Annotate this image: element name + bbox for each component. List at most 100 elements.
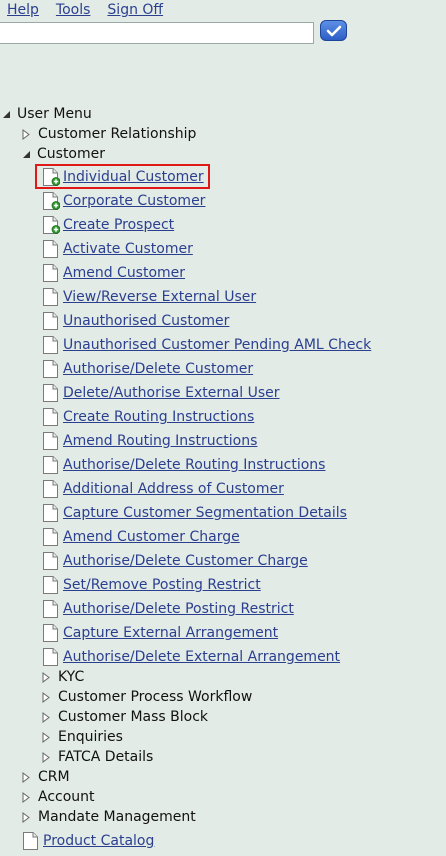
menu-item[interactable]: Additional Address of Customer bbox=[42, 479, 284, 499]
collapsed-triangle-icon[interactable] bbox=[42, 691, 50, 703]
menu-item-link[interactable]: Amend Customer bbox=[63, 263, 185, 283]
menu-item-link[interactable]: Authorise/Delete Customer Charge bbox=[63, 551, 308, 571]
menu-item-link[interactable]: Authorise/Delete Customer bbox=[63, 359, 253, 379]
menu-item-link[interactable]: Unauthorised Customer Pending AML Check bbox=[63, 335, 371, 355]
menu-item-link[interactable]: Corporate Customer bbox=[63, 191, 205, 211]
collapsed-triangle-icon[interactable] bbox=[22, 771, 30, 783]
menu-item[interactable]: Corporate Customer bbox=[42, 191, 205, 211]
top-folder[interactable]: Mandate Management bbox=[22, 807, 196, 827]
go-button[interactable] bbox=[320, 20, 347, 41]
menu-item-link[interactable]: Create Routing Instructions bbox=[63, 407, 254, 427]
menu-item[interactable]: Set/Remove Posting Restrict bbox=[42, 575, 261, 595]
collapsed-triangle-icon[interactable] bbox=[42, 731, 50, 743]
subfolder[interactable]: Enquiries bbox=[42, 727, 123, 747]
menu-item[interactable]: Authorise/Delete External Arrangement bbox=[42, 647, 340, 667]
collapsed-triangle-icon[interactable] bbox=[22, 128, 30, 140]
menu-item-link[interactable]: Activate Customer bbox=[63, 239, 193, 259]
menu-item-link[interactable]: Delete/Authorise External User bbox=[63, 383, 280, 403]
folder-label[interactable]: CRM bbox=[38, 767, 70, 787]
document-icon bbox=[42, 431, 60, 451]
menu-item[interactable]: Individual Customer bbox=[42, 167, 204, 187]
folder-customer-relationship[interactable]: Customer Relationship bbox=[22, 124, 196, 144]
menu-item[interactable]: Activate Customer bbox=[42, 239, 193, 259]
document-icon bbox=[42, 599, 60, 619]
document-icon bbox=[42, 335, 60, 355]
folder-label[interactable]: Customer Relationship bbox=[38, 124, 196, 144]
document-icon bbox=[42, 647, 60, 667]
folder-label[interactable]: Customer bbox=[37, 144, 105, 164]
folder-customer[interactable]: Customer bbox=[22, 144, 105, 164]
menu-item-link[interactable]: Capture Customer Segmentation Details bbox=[63, 503, 347, 523]
new-document-icon bbox=[42, 215, 60, 235]
document-icon bbox=[42, 575, 60, 595]
document-icon bbox=[42, 503, 60, 523]
menu-item[interactable]: Delete/Authorise External User bbox=[42, 383, 280, 403]
tree-root-user-menu[interactable]: User Menu bbox=[2, 104, 92, 124]
document-icon bbox=[42, 311, 60, 331]
menu-item[interactable]: Authorise/Delete Customer Charge bbox=[42, 551, 308, 571]
top-folder[interactable]: CRM bbox=[22, 767, 70, 787]
document-icon bbox=[42, 455, 60, 475]
menu-item[interactable]: Authorise/Delete Customer bbox=[42, 359, 253, 379]
subfolder[interactable]: Customer Process Workflow bbox=[42, 687, 252, 707]
expanded-triangle-icon[interactable] bbox=[22, 150, 31, 159]
document-icon bbox=[42, 527, 60, 547]
folder-label[interactable]: Customer Mass Block bbox=[58, 707, 208, 727]
product-catalog-item[interactable]: Product Catalog bbox=[22, 831, 154, 851]
collapsed-triangle-icon[interactable] bbox=[42, 751, 50, 763]
product-catalog-link[interactable]: Product Catalog bbox=[43, 831, 154, 851]
folder-label[interactable]: Mandate Management bbox=[38, 807, 196, 827]
menu-item[interactable]: Create Prospect bbox=[42, 215, 174, 235]
document-icon bbox=[42, 551, 60, 571]
subfolder[interactable]: Customer Mass Block bbox=[42, 707, 208, 727]
menu-item-link[interactable]: Authorise/Delete External Arrangement bbox=[63, 647, 340, 667]
tools-link[interactable]: Tools bbox=[56, 1, 91, 19]
top-folder[interactable]: Account bbox=[22, 787, 95, 807]
menu-item-link[interactable]: Amend Customer Charge bbox=[63, 527, 240, 547]
search-input[interactable] bbox=[0, 22, 314, 44]
menu-item-link[interactable]: Additional Address of Customer bbox=[63, 479, 284, 499]
folder-label[interactable]: Account bbox=[38, 787, 95, 807]
menu-item-link[interactable]: Authorise/Delete Routing Instructions bbox=[63, 455, 325, 475]
document-icon bbox=[42, 623, 60, 643]
checkmark-icon bbox=[326, 25, 341, 36]
folder-label[interactable]: FATCA Details bbox=[58, 747, 153, 767]
menu-item[interactable]: Authorise/Delete Posting Restrict bbox=[42, 599, 294, 619]
collapsed-triangle-icon[interactable] bbox=[42, 711, 50, 723]
new-document-icon bbox=[42, 167, 60, 187]
folder-label[interactable]: Customer Process Workflow bbox=[58, 687, 252, 707]
menu-item[interactable]: Capture External Arrangement bbox=[42, 623, 278, 643]
menu-item[interactable]: Amend Customer bbox=[42, 263, 185, 283]
menu-item[interactable]: Capture Customer Segmentation Details bbox=[42, 503, 347, 523]
collapsed-triangle-icon[interactable] bbox=[22, 791, 30, 803]
menu-item-link[interactable]: Set/Remove Posting Restrict bbox=[63, 575, 261, 595]
menu-item[interactable]: Authorise/Delete Routing Instructions bbox=[42, 455, 325, 475]
document-icon bbox=[42, 287, 60, 307]
menu-item[interactable]: Create Routing Instructions bbox=[42, 407, 254, 427]
menu-item-link[interactable]: View/Reverse External User bbox=[63, 287, 256, 307]
menu-item-link[interactable]: Unauthorised Customer bbox=[63, 311, 229, 331]
menu-item[interactable]: View/Reverse External User bbox=[42, 287, 256, 307]
menu-item-link[interactable]: Individual Customer bbox=[63, 167, 204, 187]
document-icon bbox=[42, 479, 60, 499]
collapsed-triangle-icon[interactable] bbox=[42, 671, 50, 683]
menu-item[interactable]: Amend Customer Charge bbox=[42, 527, 240, 547]
collapsed-triangle-icon[interactable] bbox=[22, 811, 30, 823]
folder-label[interactable]: Enquiries bbox=[58, 727, 123, 747]
menu-item-link[interactable]: Capture External Arrangement bbox=[63, 623, 278, 643]
sign-off-link[interactable]: Sign Off bbox=[107, 1, 163, 19]
subfolder[interactable]: FATCA Details bbox=[42, 747, 153, 767]
menu-item[interactable]: Amend Routing Instructions bbox=[42, 431, 257, 451]
menu-item-link[interactable]: Create Prospect bbox=[63, 215, 174, 235]
document-icon bbox=[42, 383, 60, 403]
expanded-triangle-icon[interactable] bbox=[2, 110, 11, 119]
folder-label[interactable]: KYC bbox=[58, 667, 84, 687]
document-icon bbox=[42, 239, 60, 259]
menu-item[interactable]: Unauthorised Customer bbox=[42, 311, 229, 331]
menu-item-link[interactable]: Amend Routing Instructions bbox=[63, 431, 257, 451]
subfolder[interactable]: KYC bbox=[42, 667, 84, 687]
menu-item-link[interactable]: Authorise/Delete Posting Restrict bbox=[63, 599, 294, 619]
menu-item[interactable]: Unauthorised Customer Pending AML Check bbox=[42, 335, 371, 355]
tree-root-label[interactable]: User Menu bbox=[17, 104, 92, 124]
help-link[interactable]: Help bbox=[7, 1, 39, 19]
